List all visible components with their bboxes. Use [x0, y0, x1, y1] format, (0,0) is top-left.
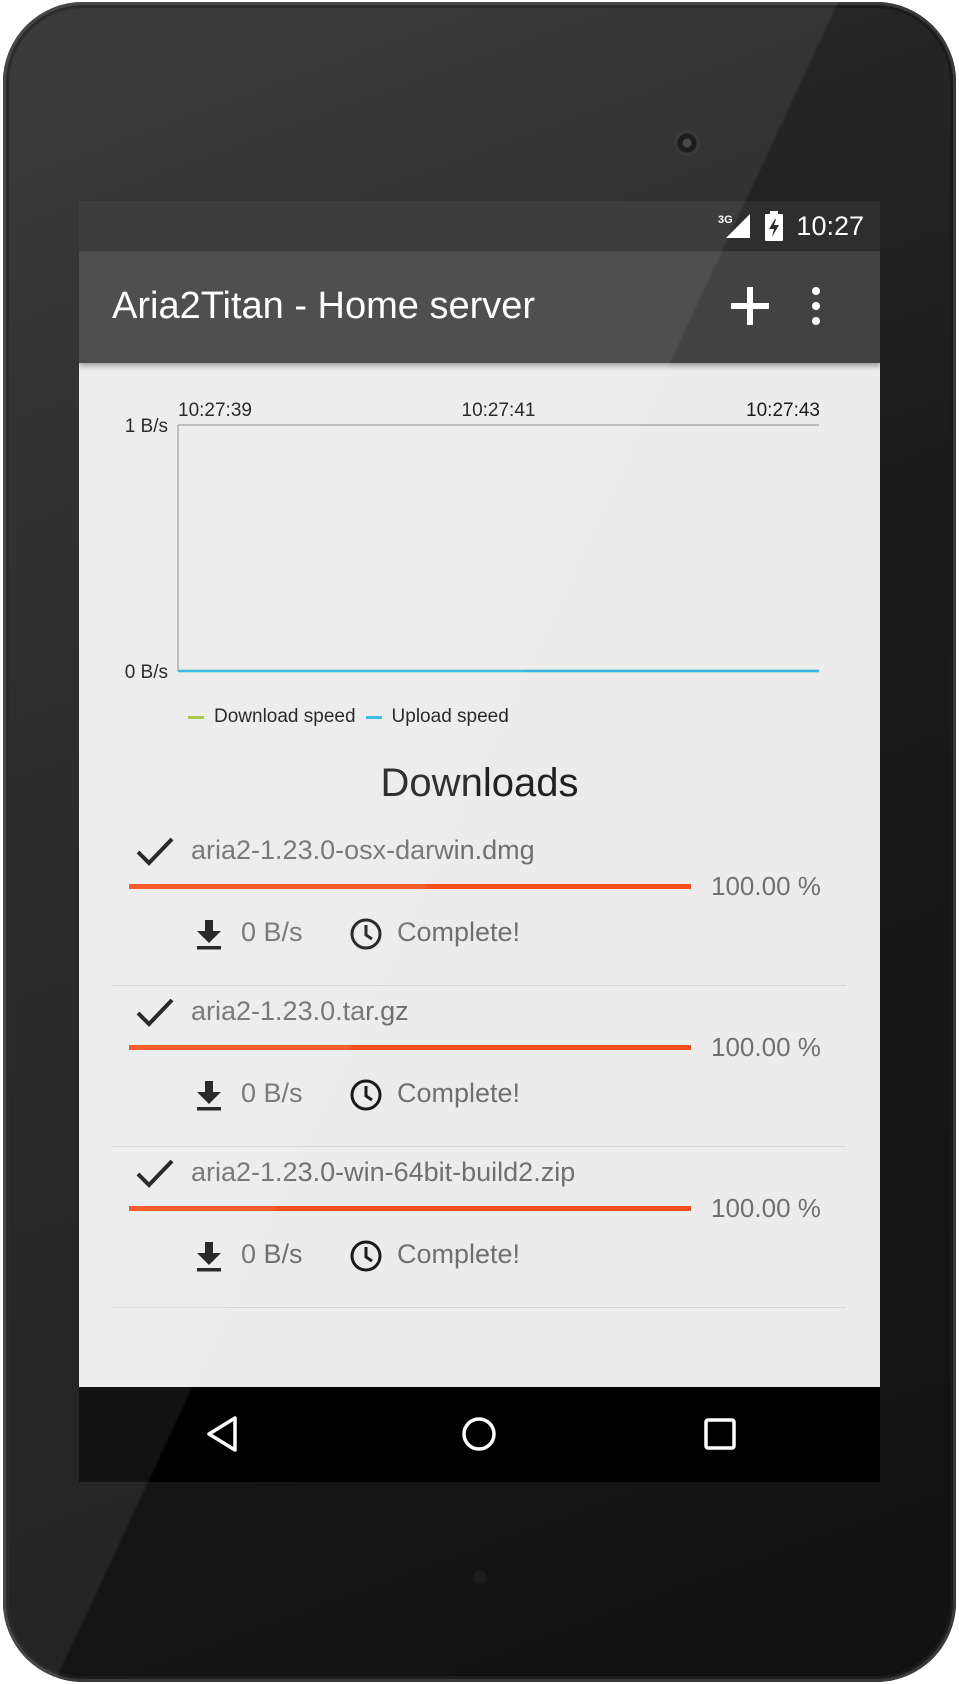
recents-button[interactable] [700, 1414, 740, 1454]
recents-square-icon [704, 1418, 736, 1450]
more-vert-icon [812, 287, 820, 325]
back-button[interactable] [203, 1414, 243, 1454]
download-speed: 0 B/s [241, 1078, 303, 1108]
download-speed: 0 B/s [241, 1239, 303, 1269]
home-circle-icon [462, 1417, 496, 1451]
legend-label-upload: Upload speed [391, 706, 509, 727]
status-icons: 3G 10:27 [718, 211, 864, 241]
clock-icon [350, 918, 382, 950]
chart-y-tick-label: 1 B/s [125, 416, 168, 437]
status-bar: 3G 10:27 [79, 201, 880, 251]
download-progress-bar [129, 1206, 691, 1211]
signal-icon: 3G [718, 214, 751, 238]
download-name: aria2-1.23.0-osx-darwin.dmg [191, 835, 535, 865]
check-icon [136, 998, 174, 1027]
download-status: Complete! [397, 1239, 521, 1269]
download-arrow-icon [197, 1242, 221, 1272]
battery-charging-icon [765, 211, 784, 241]
download-percent: 100.00 % [711, 1032, 821, 1062]
app-title: Aria2Titan - Home server [112, 285, 536, 327]
download-status: Complete! [397, 1078, 521, 1108]
download-name: aria2-1.23.0-win-64bit-build2.zip [191, 1157, 576, 1187]
overflow-menu-button[interactable] [801, 281, 831, 331]
download-progress-fill [129, 1206, 691, 1211]
download-progress-bar [129, 884, 691, 889]
chart-legend: Download speed Upload speed [188, 706, 519, 728]
legend-item-download: Download speed [188, 706, 356, 728]
main-content: 10:27:39 10:27:41 10:27:43 1 B/s 0 B/s Down… [79, 363, 880, 1387]
status-time: 10:27 [796, 210, 864, 241]
chart-x-tick-label: 10:27:43 [746, 400, 820, 421]
chart-x-tick-label: 10:27:39 [178, 400, 252, 421]
back-triangle-icon [207, 1416, 237, 1452]
legend-swatch-upload [365, 715, 382, 719]
add-download-button[interactable] [725, 281, 775, 331]
clock-icon [350, 1240, 382, 1272]
download-item[interactable]: aria2-1.23.0-osx-darwin.dmg 100.00 % 0 B… [111, 813, 846, 986]
app-bar: Aria2Titan - Home server [79, 251, 880, 363]
legend-swatch-download [188, 715, 204, 719]
download-speed: 0 B/s [241, 917, 303, 947]
download-item[interactable]: aria2-1.23.0.tar.gz 100.00 % 0 B/s Compl… [111, 974, 846, 1147]
chart-x-tick-label: 10:27:41 [462, 400, 536, 421]
check-icon [136, 1159, 174, 1188]
home-button[interactable] [459, 1414, 499, 1454]
download-arrow-icon [197, 920, 221, 950]
download-name: aria2-1.23.0.tar.gz [191, 996, 409, 1026]
downloads-heading: Downloads [380, 761, 579, 805]
plus-icon [731, 287, 769, 325]
legend-item-upload: Upload speed [365, 706, 509, 728]
network-type-label: 3G [718, 214, 733, 226]
download-progress-fill [129, 1045, 691, 1050]
legend-label-download: Download speed [214, 706, 356, 727]
download-item[interactable]: aria2-1.23.0-win-64bit-build2.zip 100.00… [111, 1135, 846, 1308]
check-icon [136, 837, 174, 866]
download-progress-bar [129, 1045, 691, 1050]
download-status: Complete! [397, 917, 521, 947]
notification-led [474, 1571, 486, 1583]
front-camera [674, 130, 700, 156]
navigation-bar [79, 1387, 880, 1482]
download-percent: 100.00 % [711, 1193, 821, 1223]
download-progress-fill [129, 884, 691, 889]
download-percent: 100.00 % [711, 871, 821, 901]
download-arrow-icon [197, 1081, 221, 1111]
screen: 3G 10:27 Aria2Titan - Home server 10:27:… [79, 201, 880, 1482]
chart-y-tick-label: 0 B/s [125, 662, 168, 683]
speed-chart: 10:27:39 10:27:41 10:27:43 1 B/s 0 B/s [125, 400, 820, 683]
clock-icon [350, 1079, 382, 1111]
